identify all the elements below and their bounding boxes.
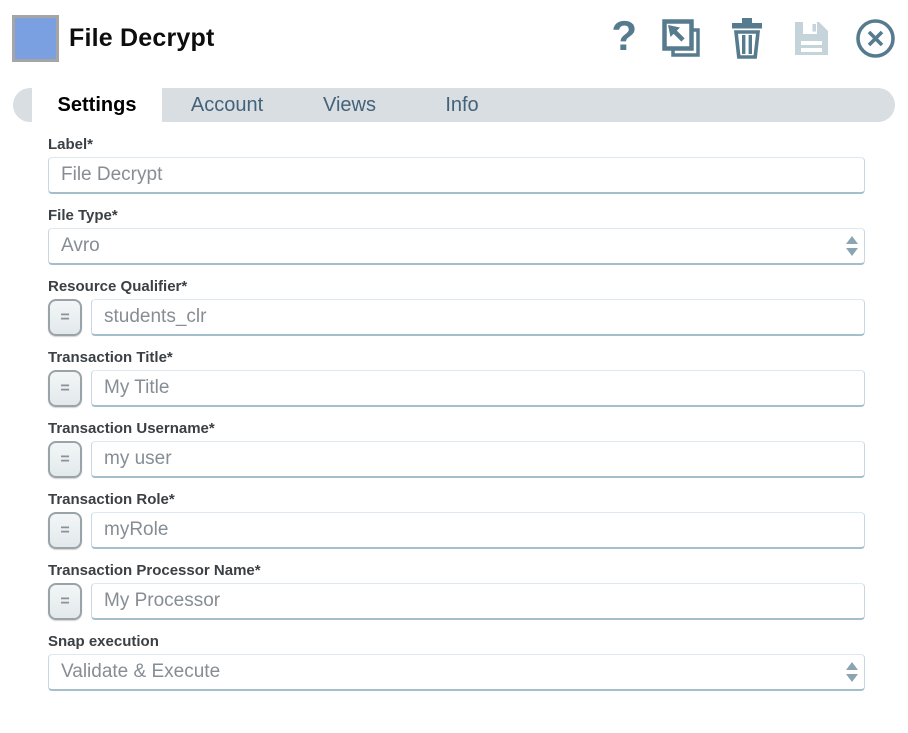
field-resource-qualifier: Resource Qualifier* = xyxy=(48,278,865,336)
select-spinner-icon xyxy=(846,236,858,256)
field-file-type-caption: File Type* xyxy=(48,207,865,224)
expression-toggle-button[interactable]: = xyxy=(48,299,82,336)
tab-views[interactable]: Views xyxy=(292,88,407,122)
trash-icon xyxy=(726,16,768,60)
expression-toggle-button[interactable]: = xyxy=(48,512,82,549)
tab-settings-label: Settings xyxy=(58,94,137,117)
transaction-processor-name-input[interactable] xyxy=(91,583,865,620)
save-button[interactable] xyxy=(791,18,832,59)
field-snap-execution: Snap execution Validate & Execute xyxy=(48,633,865,691)
field-resource-qualifier-caption: Resource Qualifier* xyxy=(48,278,865,295)
save-icon xyxy=(791,18,832,59)
snap-color-swatch xyxy=(12,15,59,62)
help-icon: ? xyxy=(611,16,637,56)
field-transaction-username-caption: Transaction Username* xyxy=(48,420,865,437)
field-transaction-role-caption: Transaction Role* xyxy=(48,491,865,508)
settings-form: Label* File Type* Avro Resource Qualifie… xyxy=(0,122,908,691)
field-transaction-processor-name-caption: Transaction Processor Name* xyxy=(48,562,865,579)
field-snap-execution-caption: Snap execution xyxy=(48,633,865,650)
select-spinner-icon xyxy=(846,662,858,682)
tab-bar: Settings Account Views Info xyxy=(13,88,895,122)
tab-info[interactable]: Info xyxy=(407,88,517,122)
expression-toggle-button[interactable]: = xyxy=(48,441,82,478)
close-icon xyxy=(855,18,896,59)
file-type-select[interactable]: Avro xyxy=(48,228,865,265)
file-type-selected-value: Avro xyxy=(61,235,100,257)
open-in-new-button[interactable] xyxy=(660,17,703,60)
close-button[interactable] xyxy=(855,18,896,59)
snap-execution-selected-value: Validate & Execute xyxy=(61,661,220,683)
resource-qualifier-input[interactable] xyxy=(91,299,865,336)
label-input[interactable] xyxy=(48,157,865,194)
field-label-caption: Label* xyxy=(48,136,865,153)
snap-execution-select[interactable]: Validate & Execute xyxy=(48,654,865,691)
transaction-role-input[interactable] xyxy=(91,512,865,549)
field-transaction-title: Transaction Title* = xyxy=(48,349,865,407)
tab-views-label: Views xyxy=(323,94,376,117)
field-transaction-role: Transaction Role* = xyxy=(48,491,865,549)
field-transaction-username: Transaction Username* = xyxy=(48,420,865,478)
transaction-title-input[interactable] xyxy=(91,370,865,407)
help-button[interactable]: ? xyxy=(611,18,637,58)
field-file-type: File Type* Avro xyxy=(48,207,865,265)
header-toolbar: ? xyxy=(611,16,898,60)
page-title: File Decrypt xyxy=(69,24,215,53)
tab-settings[interactable]: Settings xyxy=(32,88,162,122)
field-transaction-title-caption: Transaction Title* xyxy=(48,349,865,366)
field-transaction-processor-name: Transaction Processor Name* = xyxy=(48,562,865,620)
dialog-header: File Decrypt ? xyxy=(0,0,908,68)
tab-account[interactable]: Account xyxy=(162,88,292,122)
field-label: Label* xyxy=(48,136,865,194)
expression-toggle-button[interactable]: = xyxy=(48,583,82,620)
transaction-username-input[interactable] xyxy=(91,441,865,478)
expression-toggle-button[interactable]: = xyxy=(48,370,82,407)
open-in-new-icon xyxy=(660,17,703,60)
tab-account-label: Account xyxy=(191,94,263,117)
tab-info-label: Info xyxy=(445,94,478,117)
delete-button[interactable] xyxy=(726,16,768,60)
